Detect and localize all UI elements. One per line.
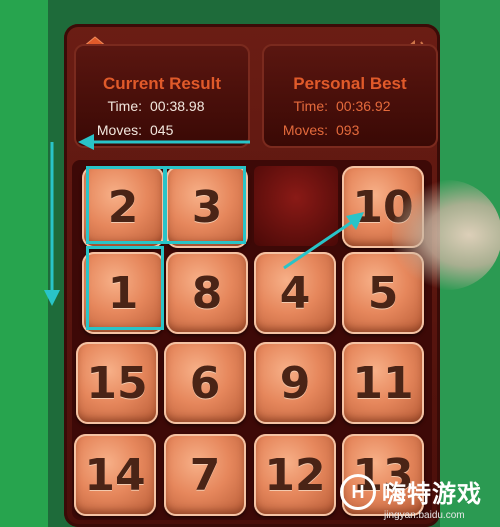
watermark-sub: jingyan.baidu.com [384, 510, 465, 521]
arrow-left-head [78, 134, 94, 150]
watermark-logo-icon: H [340, 474, 376, 510]
arrow-diagonal-head [346, 212, 364, 230]
watermark: H 嗨特游戏 jingyan.baidu.com [330, 466, 500, 527]
arrow-diagonal [283, 220, 353, 270]
annotation-arrows [44, 134, 364, 306]
arrow-down-head [44, 290, 60, 306]
watermark-title: 嗨特游戏 [382, 481, 482, 508]
